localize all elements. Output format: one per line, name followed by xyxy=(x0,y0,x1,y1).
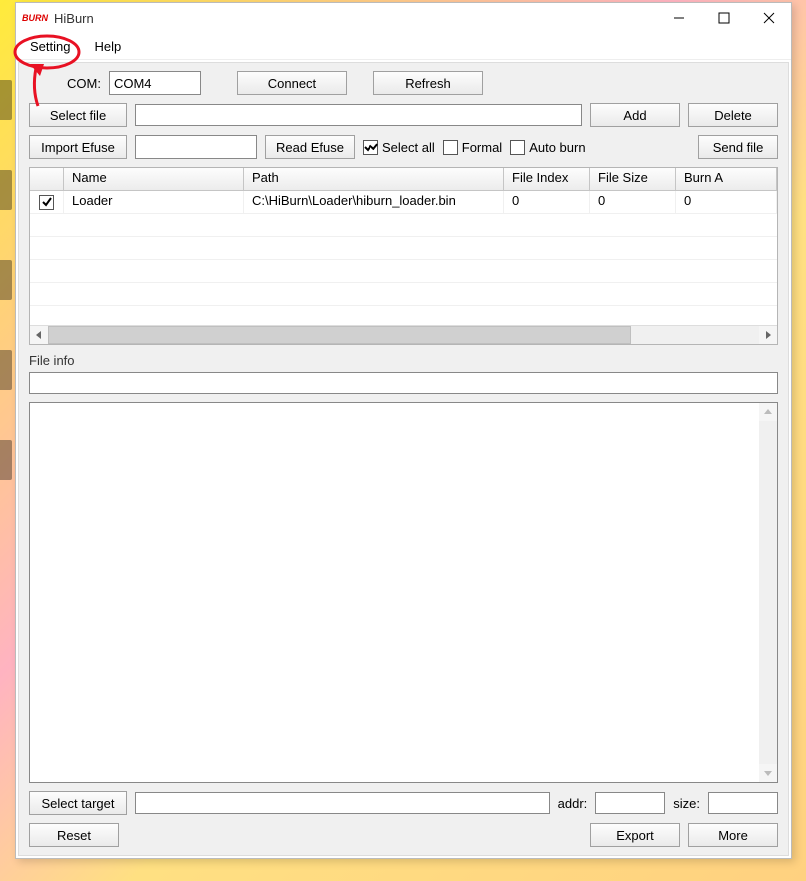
com-row: COM: Connect Refresh xyxy=(29,71,778,95)
add-button[interactable]: Add xyxy=(590,103,680,127)
checkbox-icon xyxy=(443,140,458,155)
auto-burn-checkbox[interactable]: Auto burn xyxy=(510,140,585,155)
addr-input[interactable] xyxy=(595,792,665,814)
more-button[interactable]: More xyxy=(688,823,778,847)
col-file-index[interactable]: File Index xyxy=(504,168,590,190)
addr-label: addr: xyxy=(558,796,588,811)
cell-name: Loader xyxy=(64,191,244,213)
maximize-button[interactable] xyxy=(701,4,746,33)
table-row[interactable] xyxy=(30,237,777,260)
footer-row: Reset Export More xyxy=(29,823,778,847)
formal-label: Formal xyxy=(462,140,502,155)
minimize-button[interactable] xyxy=(656,4,701,33)
delete-button[interactable]: Delete xyxy=(688,103,778,127)
select-file-row: Select file Add Delete xyxy=(29,103,778,127)
com-port-select[interactable] xyxy=(109,71,201,95)
target-input[interactable] xyxy=(135,792,550,814)
target-row: Select target addr: size: xyxy=(29,791,778,815)
auto-burn-label: Auto burn xyxy=(529,140,585,155)
cell-path: C:\HiBurn\Loader\hiburn_loader.bin xyxy=(244,191,504,213)
scroll-right-icon[interactable] xyxy=(759,326,777,344)
select-target-button[interactable]: Select target xyxy=(29,791,127,815)
scroll-thumb[interactable] xyxy=(48,326,631,344)
file-info-field[interactable] xyxy=(29,372,778,394)
vertical-scrollbar[interactable] xyxy=(759,403,777,782)
size-label: size: xyxy=(673,796,700,811)
col-burn-addr[interactable]: Burn A xyxy=(676,168,777,190)
table-row[interactable] xyxy=(30,306,777,325)
menu-help[interactable]: Help xyxy=(88,37,127,56)
formal-checkbox[interactable]: Formal xyxy=(443,140,502,155)
connect-button[interactable]: Connect xyxy=(237,71,347,95)
title-bar[interactable]: BURN HiBurn xyxy=(16,3,791,33)
table-body: Loader C:\HiBurn\Loader\hiburn_loader.bi… xyxy=(30,191,777,325)
menu-bar: Setting Help xyxy=(16,33,791,60)
scroll-left-icon[interactable] xyxy=(30,326,48,344)
table-row[interactable] xyxy=(30,283,777,306)
read-efuse-button[interactable]: Read Efuse xyxy=(265,135,355,159)
scroll-track[interactable] xyxy=(48,326,759,344)
reset-button[interactable]: Reset xyxy=(29,823,119,847)
menu-setting[interactable]: Setting xyxy=(24,37,76,56)
cell-burn-addr: 0 xyxy=(676,191,777,213)
table-row[interactable]: Loader C:\HiBurn\Loader\hiburn_loader.bi… xyxy=(30,191,777,214)
select-all-label: Select all xyxy=(382,140,435,155)
select-all-checkbox[interactable]: Select all xyxy=(363,140,435,155)
horizontal-scrollbar[interactable] xyxy=(30,325,777,344)
log-output[interactable] xyxy=(29,402,778,783)
close-button[interactable] xyxy=(746,4,791,33)
app-logo: BURN xyxy=(22,13,48,23)
col-check[interactable] xyxy=(30,168,64,190)
col-path[interactable]: Path xyxy=(244,168,504,190)
file-info-section: File info xyxy=(29,353,778,394)
send-file-button[interactable]: Send file xyxy=(698,135,778,159)
window-title: HiBurn xyxy=(54,11,656,26)
file-info-label: File info xyxy=(29,353,778,368)
hiburn-window: BURN HiBurn Setting Help COM: Connect Re… xyxy=(15,2,792,859)
checkbox-icon xyxy=(510,140,525,155)
table-row[interactable] xyxy=(30,214,777,237)
file-table: Name Path File Index File Size Burn A Lo… xyxy=(29,167,778,345)
efuse-select[interactable] xyxy=(135,135,257,159)
file-path-input[interactable] xyxy=(135,104,582,126)
table-row[interactable] xyxy=(30,260,777,283)
cell-file-index: 0 xyxy=(504,191,590,213)
export-button[interactable]: Export xyxy=(590,823,680,847)
select-file-button[interactable]: Select file xyxy=(29,103,127,127)
row-checkbox[interactable] xyxy=(39,195,54,210)
col-name[interactable]: Name xyxy=(64,168,244,190)
table-header: Name Path File Index File Size Burn A xyxy=(30,168,777,191)
import-efuse-button[interactable]: Import Efuse xyxy=(29,135,127,159)
refresh-button[interactable]: Refresh xyxy=(373,71,483,95)
scroll-up-icon[interactable] xyxy=(759,403,777,421)
scroll-down-icon[interactable] xyxy=(759,764,777,782)
scroll-track[interactable] xyxy=(759,421,777,764)
col-file-size[interactable]: File Size xyxy=(590,168,676,190)
com-label: COM: xyxy=(67,76,101,91)
content-area: COM: Connect Refresh Select file Add Del… xyxy=(18,62,789,856)
cell-file-size: 0 xyxy=(590,191,676,213)
size-input[interactable] xyxy=(708,792,778,814)
checkbox-icon xyxy=(363,140,378,155)
efuse-row: Import Efuse Read Efuse Select all Forma… xyxy=(29,135,778,159)
